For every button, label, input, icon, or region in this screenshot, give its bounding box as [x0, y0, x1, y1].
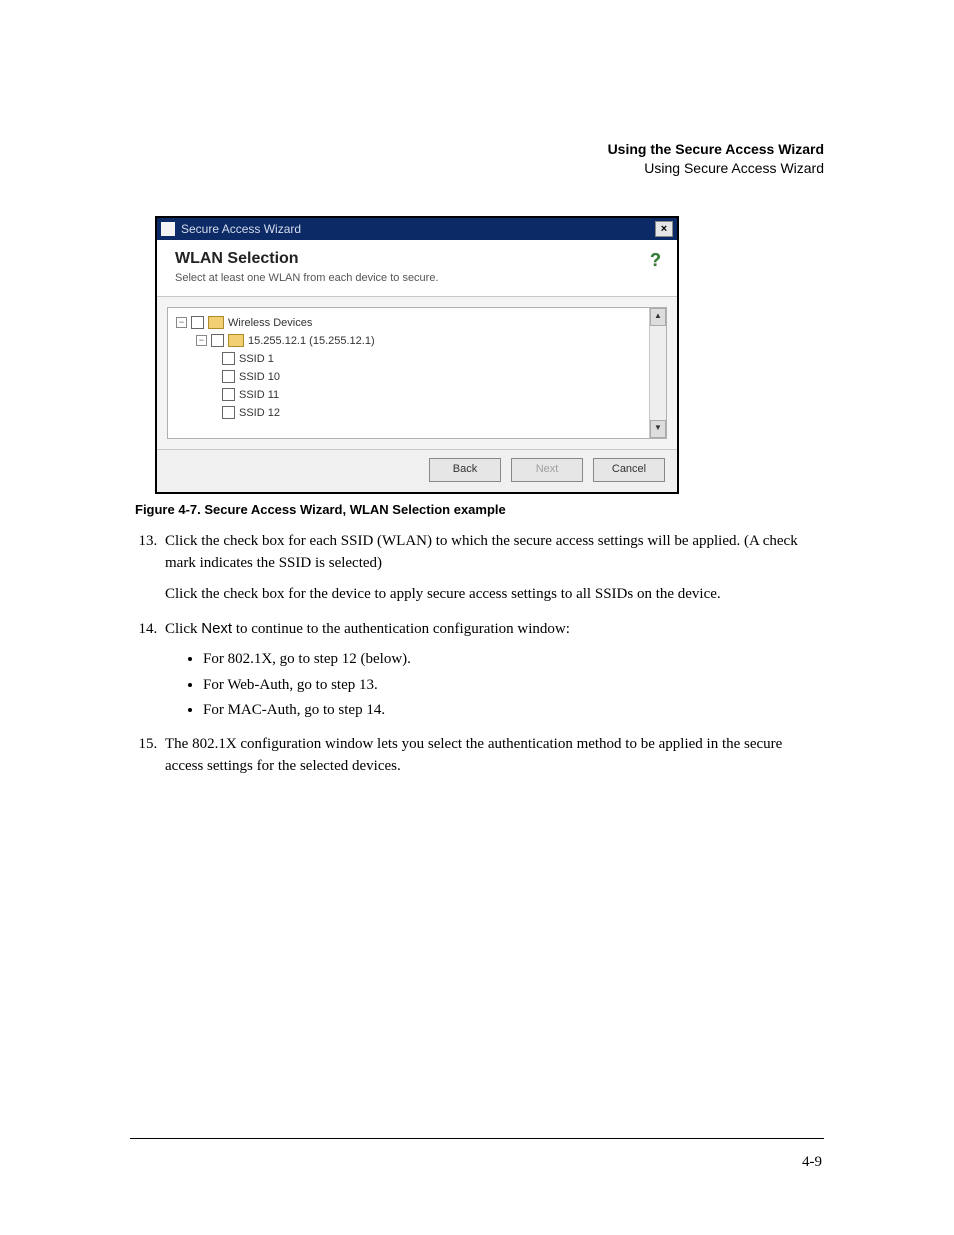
- dialog-footer: Back Next Cancel: [157, 449, 677, 492]
- dialog-header-text: WLAN Selection Select at least one WLAN …: [175, 250, 439, 284]
- dialog-title: Secure Access Wizard: [181, 222, 301, 236]
- step-14-lead-a: Click: [165, 621, 201, 637]
- tree-root[interactable]: − Wireless Devices: [176, 314, 660, 332]
- secure-access-wizard-dialog: Secure Access Wizard × WLAN Selection Se…: [155, 216, 679, 494]
- step-14-next-word: Next: [201, 620, 232, 637]
- next-button[interactable]: Next: [511, 458, 583, 482]
- bullet: For 802.1X, go to step 12 (below).: [203, 649, 824, 671]
- tree-ssid[interactable]: SSID 12: [176, 404, 660, 422]
- checkbox-device[interactable]: [211, 334, 224, 347]
- step-13-text-b: Click the check box for the device to ap…: [165, 584, 824, 606]
- tree-ssid[interactable]: SSID 11: [176, 386, 660, 404]
- dialog-heading: WLAN Selection: [175, 250, 439, 268]
- cancel-button[interactable]: Cancel: [593, 458, 665, 482]
- checkbox-ssid[interactable]: [222, 388, 235, 401]
- folder-icon: [228, 334, 244, 347]
- step-13: Click the check box for each SSID (WLAN)…: [161, 531, 824, 606]
- step-13-text-a: Click the check box for each SSID (WLAN)…: [165, 533, 798, 571]
- help-icon[interactable]: ?: [650, 250, 661, 284]
- step-15-text: The 802.1X configuration window lets you…: [165, 736, 782, 774]
- ssid-label: SSID 11: [239, 389, 279, 401]
- close-icon[interactable]: ×: [655, 221, 673, 237]
- scroll-up-icon[interactable]: ▲: [650, 308, 666, 326]
- tree-ssid[interactable]: SSID 10: [176, 368, 660, 386]
- back-button[interactable]: Back: [429, 458, 501, 482]
- page: Using the Secure Access Wizard Using Sec…: [0, 0, 954, 1235]
- dialog-titlebar: Secure Access Wizard ×: [157, 218, 677, 240]
- step-14: Click Next to continue to the authentica…: [161, 618, 824, 722]
- folder-icon: [208, 316, 224, 329]
- header-title: Using the Secure Access Wizard: [135, 140, 824, 159]
- tree-device[interactable]: − 15.255.12.1 (15.255.12.1): [176, 332, 660, 350]
- ssid-label: SSID 1: [239, 353, 274, 365]
- figure-caption: Figure 4-7. Secure Access Wizard, WLAN S…: [135, 502, 824, 517]
- ssid-label: SSID 10: [239, 371, 280, 383]
- app-icon: [161, 222, 175, 236]
- wlan-tree: − Wireless Devices − 15.255.12.1 (15.255…: [167, 307, 667, 439]
- scrollbar[interactable]: ▲ ▼: [649, 308, 666, 438]
- checkbox-ssid[interactable]: [222, 370, 235, 383]
- scroll-down-icon[interactable]: ▼: [650, 420, 666, 438]
- header-subtitle: Using Secure Access Wizard: [135, 159, 824, 178]
- dialog-figure: Secure Access Wizard × WLAN Selection Se…: [155, 216, 824, 494]
- ssid-label: SSID 12: [239, 407, 280, 419]
- page-number: 4-9: [802, 1154, 822, 1171]
- checkbox-ssid[interactable]: [222, 406, 235, 419]
- tree-ssid[interactable]: SSID 1: [176, 350, 660, 368]
- tree-root-label: Wireless Devices: [228, 317, 312, 329]
- footer-rule: [130, 1138, 824, 1139]
- step-14-lead-b: to continue to the authentication config…: [232, 621, 570, 637]
- titlebar-left: Secure Access Wizard: [161, 222, 301, 236]
- dialog-subheading: Select at least one WLAN from each devic…: [175, 272, 439, 284]
- checkbox-ssid[interactable]: [222, 352, 235, 365]
- checkbox-root[interactable]: [191, 316, 204, 329]
- running-header: Using the Secure Access Wizard Using Sec…: [135, 140, 824, 178]
- tree-device-label: 15.255.12.1 (15.255.12.1): [248, 335, 375, 347]
- collapse-icon[interactable]: −: [176, 317, 187, 328]
- collapse-icon[interactable]: −: [196, 335, 207, 346]
- step-14-bullets: For 802.1X, go to step 12 (below). For W…: [165, 649, 824, 722]
- bullet: For MAC-Auth, go to step 14.: [203, 700, 824, 722]
- step-15: The 802.1X configuration window lets you…: [161, 734, 824, 778]
- dialog-header: WLAN Selection Select at least one WLAN …: [157, 240, 677, 297]
- bullet: For Web-Auth, go to step 13.: [203, 675, 824, 697]
- step-list: Click the check box for each SSID (WLAN)…: [135, 531, 824, 778]
